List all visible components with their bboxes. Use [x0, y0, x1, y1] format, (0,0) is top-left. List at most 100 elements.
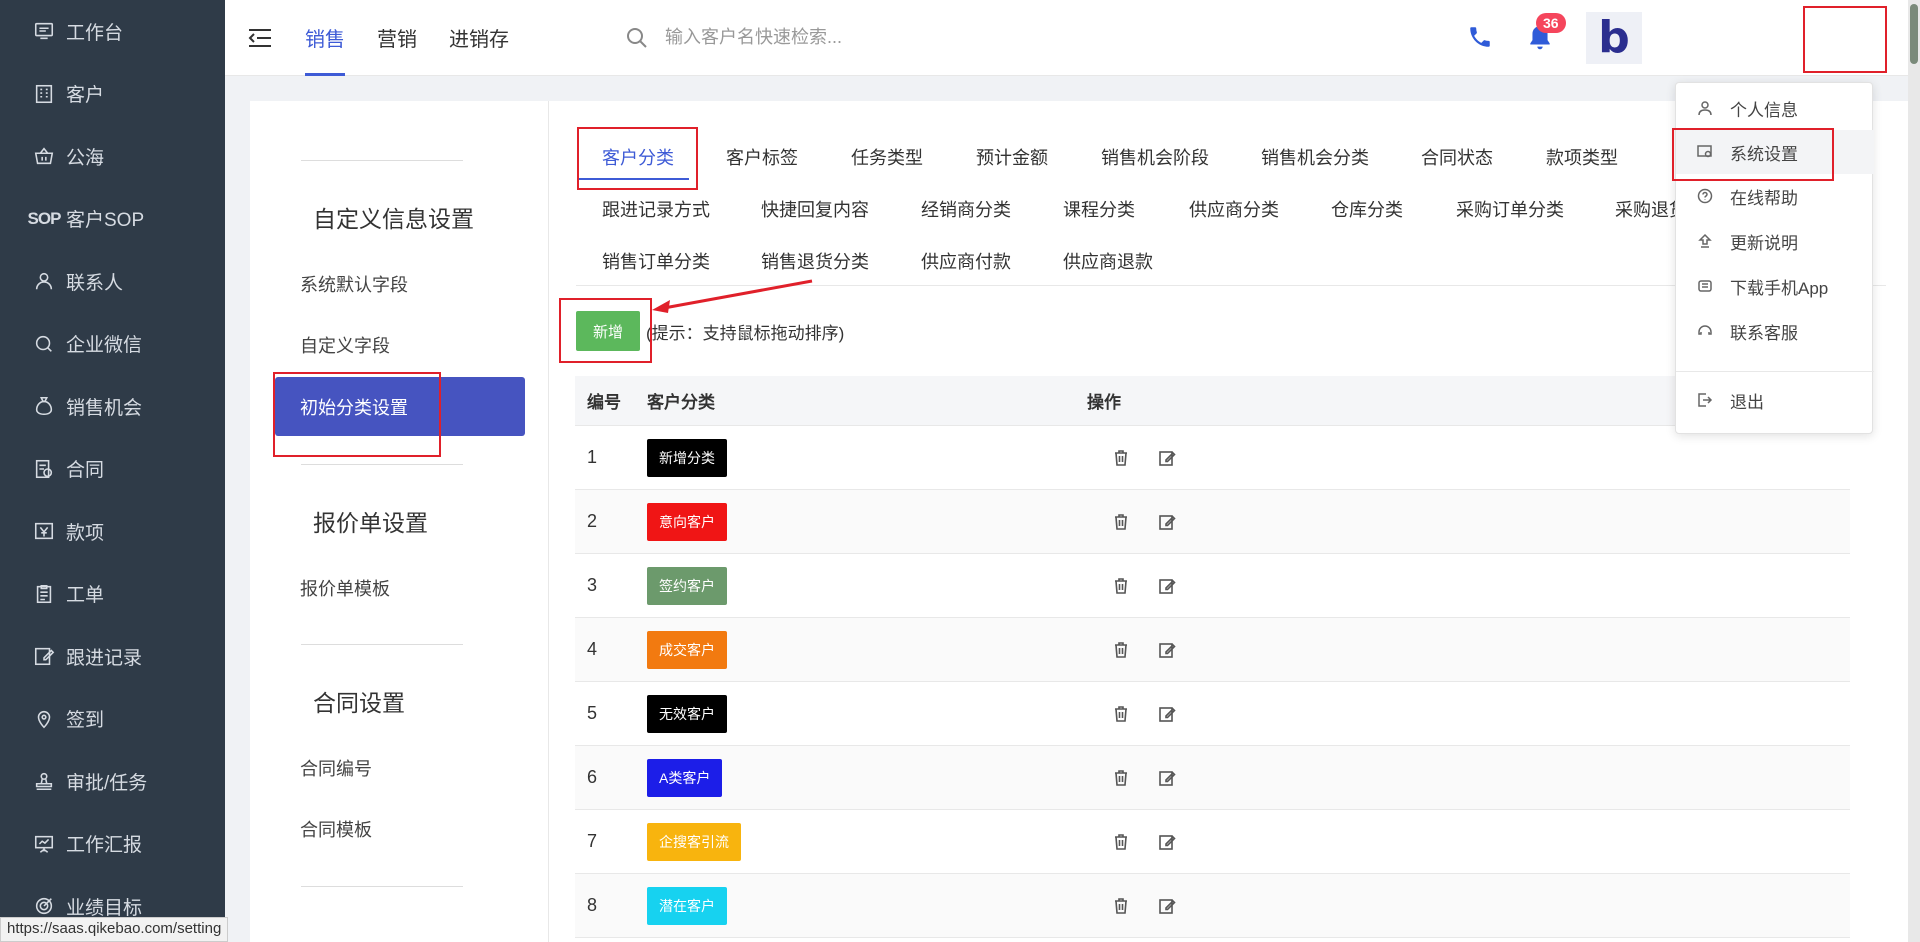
dropdown-item-profile[interactable]: 个人信息	[1676, 86, 1874, 130]
menu-item-initial-category[interactable]: 初始分类设置	[275, 377, 525, 436]
delete-icon[interactable]	[1109, 638, 1133, 662]
sidebar-item-customer[interactable]: 客户	[0, 63, 225, 126]
tab-inventory[interactable]: 进销存	[449, 0, 509, 76]
presentation-icon	[32, 832, 56, 856]
row-category: 潜在客户	[647, 886, 1087, 925]
edit-icon[interactable]	[1155, 702, 1179, 726]
add-button[interactable]: 新增	[576, 311, 640, 351]
edit-icon[interactable]	[1155, 574, 1179, 598]
sidebar-item-followup[interactable]: 跟进记录	[0, 625, 225, 688]
basket-icon	[32, 144, 56, 168]
avatar[interactable]: b	[1586, 12, 1642, 64]
menu-item-default-fields[interactable]: 系统默认字段	[250, 254, 525, 313]
row-actions	[1087, 638, 1850, 662]
table-row[interactable]: 2 意向客户	[575, 490, 1850, 554]
tab-dealer-category[interactable]: 经销商分类	[921, 196, 1011, 222]
tab-marketing[interactable]: 营销	[377, 0, 417, 76]
sidebar-item-ticket[interactable]: 工单	[0, 563, 225, 626]
dropdown-item-online-help[interactable]: 在线帮助	[1676, 174, 1874, 218]
sidebar-item-report[interactable]: 工作汇报	[0, 813, 225, 876]
table-row[interactable]: 6 A类客户	[575, 746, 1850, 810]
sidebar: 工作台 客户 公海 SOP 客户SOP 联系人 企业微信 销售机会 合同 款项 …	[0, 0, 225, 942]
tab-customer-tag[interactable]: 客户标签	[726, 144, 798, 170]
sidebar-item-contacts[interactable]: 联系人	[0, 250, 225, 313]
tab-estimated-amount[interactable]: 预计金额	[976, 144, 1048, 170]
table-row[interactable]: 4 成交客户	[575, 618, 1850, 682]
tab-quick-reply[interactable]: 快捷回复内容	[761, 196, 869, 222]
tab-supplier-refund[interactable]: 供应商退款	[1063, 248, 1153, 274]
sidebar-item-contract[interactable]: 合同	[0, 438, 225, 501]
sidebar-item-workbench[interactable]: 工作台	[0, 0, 225, 63]
menu-item-custom-fields[interactable]: 自定义字段	[250, 315, 525, 374]
table-row[interactable]: 3 签约客户	[575, 554, 1850, 618]
search-icon	[627, 27, 647, 48]
tab-customer-category[interactable]: 客户分类	[602, 144, 674, 170]
dropdown-item-download-app[interactable]: 下载手机App	[1676, 264, 1874, 308]
dropdown-item-release-notes[interactable]: 更新说明	[1676, 219, 1874, 263]
table-row[interactable]: 7 企搜客引流	[575, 810, 1850, 874]
tab-sales-return-category[interactable]: 销售退货分类	[761, 248, 869, 274]
settings-menu: 自定义信息设置 系统默认字段 自定义字段 初始分类设置 报价单设置 报价单模板 …	[250, 101, 549, 942]
delete-icon[interactable]	[1109, 830, 1133, 854]
tab-followup-method[interactable]: 跟进记录方式	[602, 196, 710, 222]
row-actions	[1087, 766, 1850, 790]
dropdown-item-logout[interactable]: 退出	[1676, 378, 1874, 422]
edit-icon[interactable]	[1155, 638, 1179, 662]
tab-sales-order-category[interactable]: 销售订单分类	[602, 248, 710, 274]
phone-icon[interactable]	[1467, 24, 1493, 55]
delete-icon[interactable]	[1109, 894, 1133, 918]
tab-purchase-order-category[interactable]: 采购订单分类	[1456, 196, 1564, 222]
category-tag: 无效客户	[647, 694, 727, 733]
edit-icon[interactable]	[1155, 510, 1179, 534]
page-scrollbar[interactable]	[1908, 0, 1920, 942]
tab-supplier-payment[interactable]: 供应商付款	[921, 248, 1011, 274]
moneybag-icon	[32, 394, 56, 418]
sidebar-item-checkin[interactable]: 签到	[0, 688, 225, 751]
sidebar-item-opportunity[interactable]: 销售机会	[0, 375, 225, 438]
edit-icon[interactable]	[1155, 446, 1179, 470]
sidebar-item-wecom[interactable]: 企业微信	[0, 313, 225, 376]
table-row[interactable]: 8 潜在客户	[575, 874, 1850, 938]
tab-course-category[interactable]: 课程分类	[1063, 196, 1135, 222]
tab-contract-status[interactable]: 合同状态	[1421, 144, 1493, 170]
sidebar-item-label: 款项	[66, 522, 105, 544]
tab-payment-type[interactable]: 款项类型	[1546, 144, 1618, 170]
tab-opportunity-category[interactable]: 销售机会分类	[1261, 144, 1369, 170]
menu-item-contract-number[interactable]: 合同编号	[250, 738, 525, 797]
edit-icon[interactable]	[1155, 766, 1179, 790]
delete-icon[interactable]	[1109, 702, 1133, 726]
tab-opportunity-stage[interactable]: 销售机会阶段	[1101, 144, 1209, 170]
menu-item-contract-template[interactable]: 合同模板	[250, 799, 525, 858]
delete-icon[interactable]	[1109, 510, 1133, 534]
sidebar-item-label: 工作汇报	[66, 835, 143, 857]
sidebar-item-payment[interactable]: 款项	[0, 500, 225, 563]
row-actions	[1087, 830, 1850, 854]
target-icon	[32, 894, 56, 918]
delete-icon[interactable]	[1109, 574, 1133, 598]
tab-task-type[interactable]: 任务类型	[851, 144, 923, 170]
search-input[interactable]	[665, 27, 1085, 48]
row-number: 3	[587, 575, 598, 595]
delete-icon[interactable]	[1109, 446, 1133, 470]
edit-icon[interactable]	[1155, 830, 1179, 854]
table-body: 1 新增分类 2 意向客户 3 签约客户 4 成交客户 5 无效客户 6 A类客户 7 企搜客引流 8 潜在客…	[575, 426, 1850, 938]
tab-warehouse-category[interactable]: 仓库分类	[1331, 196, 1403, 222]
dropdown-label: 下载手机App	[1730, 278, 1829, 298]
dropdown-item-contact-support[interactable]: 联系客服	[1676, 309, 1874, 353]
edit-icon[interactable]	[1155, 894, 1179, 918]
table-row[interactable]: 5 无效客户	[575, 682, 1850, 746]
sidebar-item-approval[interactable]: 审批/任务	[0, 750, 225, 813]
menu-item-quote-template[interactable]: 报价单模板	[250, 558, 525, 617]
table-row[interactable]: 1 新增分类	[575, 426, 1850, 490]
tab-sales[interactable]: 销售	[305, 0, 345, 76]
collapse-menu-icon[interactable]	[247, 26, 277, 50]
scrollbar-thumb[interactable]	[1910, 4, 1918, 64]
sidebar-item-public-sea[interactable]: 公海	[0, 125, 225, 188]
tab-supplier-category[interactable]: 供应商分类	[1189, 196, 1279, 222]
dropdown-item-system-settings[interactable]: 系统设置	[1676, 130, 1874, 174]
section-title-contract: 合同设置	[313, 690, 405, 716]
sidebar-item-customer-sop[interactable]: SOP 客户SOP	[0, 188, 225, 251]
delete-icon[interactable]	[1109, 766, 1133, 790]
category-tag: 新增分类	[647, 438, 727, 477]
section-title-quote: 报价单设置	[313, 510, 428, 536]
